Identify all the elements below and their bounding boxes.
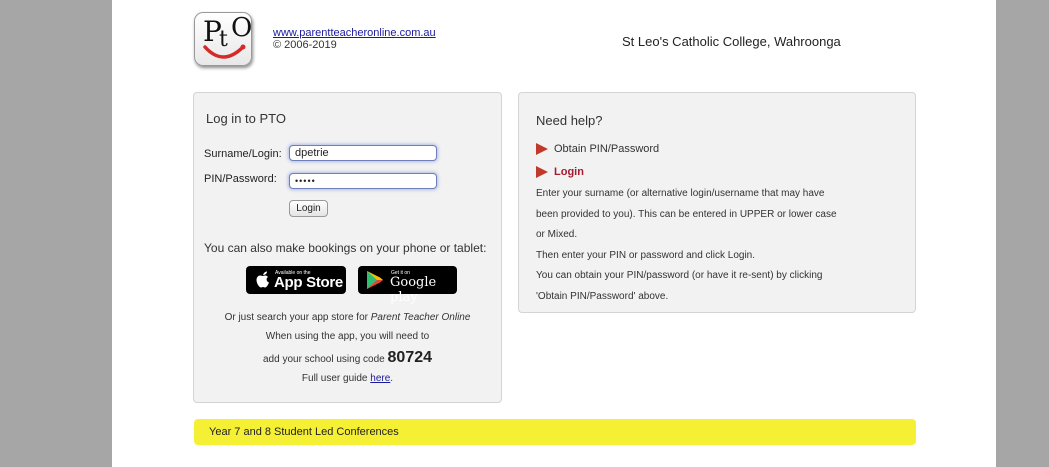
help-line: You can obtain your PIN/password (or hav… [536,270,823,281]
site-url-link[interactable]: www.parentteacheronline.com.au [273,27,436,39]
surname-input[interactable]: dpetrie [289,145,437,161]
user-guide-suffix: . [390,373,394,384]
help-line: 'Obtain PIN/Password' above. [536,290,669,302]
logo-smile-icon [203,44,246,59]
google-play-big-text: Google play [390,275,437,305]
app-name: Parent Teacher Online [370,312,471,323]
school-code-line: add your school using code 80724 [194,349,501,367]
pin-label: PIN/Password: [204,173,277,185]
pin-input[interactable]: ••••• [289,173,437,189]
surname-label: Surname/Login: [204,148,282,160]
copyright-text: © 2006-2019 [273,39,337,51]
help-line: Then enter your PIN or password and clic… [536,249,755,261]
google-play-badge[interactable]: Get it on Google play [358,266,457,305]
announcement-banner[interactable]: Year 7 and 8 Student Led Conferences [194,419,916,445]
help-panel: Need help? Obtain PIN/Password Login Ent… [518,92,916,313]
app-search-note: Or just search your app store for Parent… [194,312,501,323]
user-guide-link[interactable]: here [370,373,390,384]
login-panel: Log in to PTO Surname/Login: dpetrie PIN… [193,92,502,403]
user-guide-line: Full user guide here. [194,373,501,384]
app-store-big-text: App Store [274,274,343,291]
login-panel-title: Log in to PTO [206,111,286,126]
app-usage-note: When using the app, you will need to [265,331,430,342]
pto-logo[interactable]: P t O [194,12,252,66]
mobile-booking-text: You can also make bookings on your phone… [204,241,487,255]
help-item-label: Obtain PIN/Password [554,143,660,155]
help-instructions: Enter your surname (or alternative login… [536,184,906,307]
app-store-badge[interactable]: Available on the App Store [246,266,346,294]
google-play-icon [367,271,383,289]
help-line: or Mixed. [536,229,578,240]
app-search-prefix: Or just search your app store for [224,312,371,323]
arrow-right-icon [536,143,548,155]
apple-icon [256,271,269,288]
school-name: St Leo's Catholic College, Wahroonga [622,34,841,49]
help-item-label: Login [554,166,584,178]
login-button[interactable]: Login [289,200,328,217]
help-line: Enter your surname (or alternative login… [536,188,825,199]
school-code: 80724 [387,349,433,366]
help-panel-title: Need help? [536,113,603,128]
user-guide-prefix: Full user guide [301,373,371,384]
help-line: been provided to you). This can be enter… [536,208,837,220]
arrow-right-icon [536,166,548,178]
school-code-prefix: add your school using code [262,354,388,365]
page-container: P t O www.parentteacheronline.com.au © 2… [112,0,996,467]
